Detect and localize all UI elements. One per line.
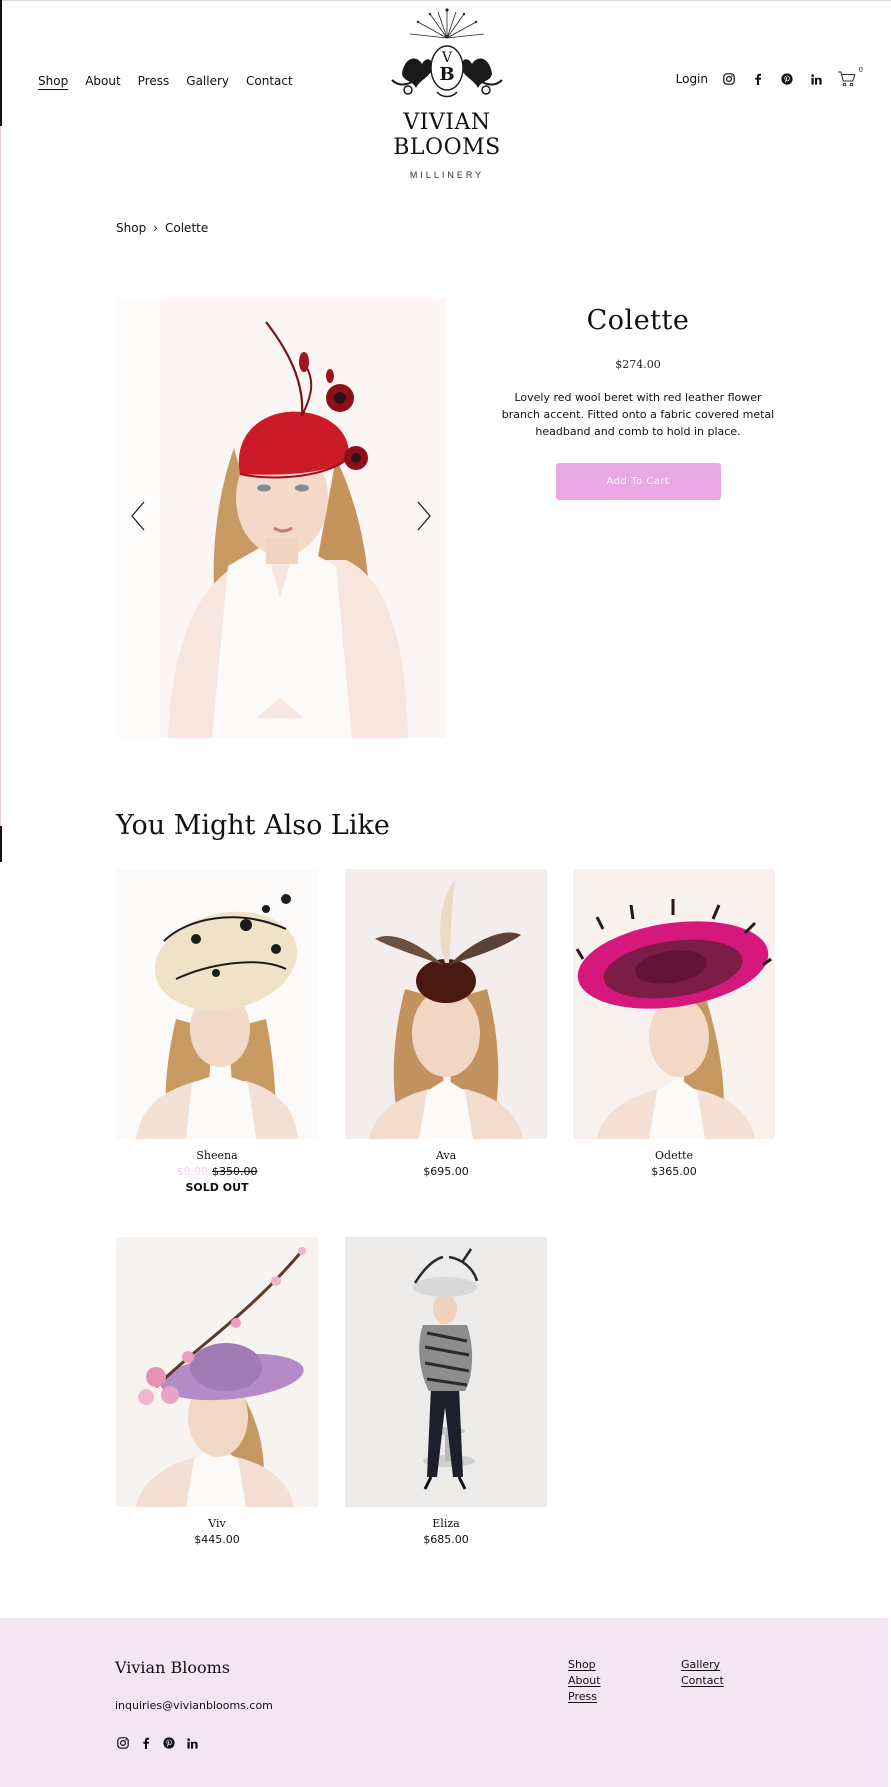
product-description: Lovely red wool beret with red leather f… — [501, 391, 775, 438]
cart-icon — [838, 71, 856, 87]
gallery-prev-arrow[interactable] — [126, 498, 150, 534]
site-footer: Vivian Blooms inquiries@vivianblooms.com… — [0, 1618, 888, 1787]
product-thumbnail — [345, 869, 547, 1139]
chevron-left-icon — [131, 501, 145, 531]
cart-count: 0 — [858, 66, 863, 74]
card-price: $365.00 — [651, 1165, 697, 1178]
card-name: Eliza — [432, 1517, 460, 1530]
product-thumbnail — [116, 1237, 318, 1507]
footer-email-link[interactable]: inquiries@vivianblooms.com — [115, 1699, 273, 1712]
product-image — [116, 298, 446, 738]
footer-link-about[interactable]: About — [568, 1673, 601, 1689]
instagram-icon[interactable] — [721, 71, 737, 87]
related-products-title: You Might Also Like — [116, 810, 390, 841]
nav-gallery[interactable]: Gallery — [186, 74, 229, 88]
breadcrumb-separator: › — [153, 221, 158, 235]
footer-link-gallery[interactable]: Gallery — [681, 1657, 724, 1673]
main-nav: Shop About Press Gallery Contact — [38, 74, 293, 88]
card-name: Sheena — [196, 1149, 238, 1162]
breadcrumb-current: Colette — [165, 221, 209, 235]
card-sale-price: $0.00 — [176, 1165, 209, 1178]
header-actions: Login 0 — [676, 66, 863, 88]
related-card-ava[interactable]: Ava $695.00 — [345, 869, 547, 1178]
footer-nav-col-1: Shop About Press — [568, 1657, 601, 1705]
footer-nav-col-2: Gallery Contact — [681, 1657, 724, 1689]
footer-link-press[interactable]: Press — [568, 1689, 601, 1705]
card-price: $445.00 — [194, 1533, 240, 1546]
card-original-price: $350.00 — [212, 1165, 258, 1178]
svg-text:B: B — [439, 64, 454, 85]
sold-out-badge: SOLD OUT — [185, 1181, 249, 1194]
related-card-odette[interactable]: Odette $365.00 — [573, 869, 775, 1178]
card-price: $685.00 — [423, 1533, 469, 1546]
nav-about[interactable]: About — [85, 74, 120, 88]
logo-brand-name: VIVIAN BLOOMS — [393, 110, 501, 160]
facebook-icon[interactable] — [138, 1735, 154, 1751]
facebook-icon[interactable] — [750, 71, 766, 87]
gallery-next-arrow[interactable] — [412, 498, 436, 534]
related-card-eliza[interactable]: Eliza $685.00 — [345, 1237, 547, 1546]
breadcrumb: Shop › Colette — [116, 221, 208, 235]
logo-emblem-icon: V B — [391, 8, 503, 98]
related-card-sheena[interactable]: Sheena $0.00 $350.00 SOLD OUT — [116, 869, 318, 1194]
product-title: Colette — [586, 305, 690, 336]
footer-social-links — [115, 1735, 200, 1751]
breadcrumb-shop[interactable]: Shop — [116, 221, 146, 235]
left-edge-bar-lower — [0, 826, 2, 862]
linkedin-icon[interactable] — [184, 1735, 200, 1751]
card-price: $695.00 — [423, 1165, 469, 1178]
nav-press[interactable]: Press — [138, 74, 170, 88]
left-edge-line — [0, 126, 1, 826]
linkedin-icon[interactable] — [808, 71, 824, 87]
nav-shop[interactable]: Shop — [38, 74, 68, 88]
instagram-icon[interactable] — [115, 1735, 131, 1751]
product-thumbnail — [345, 1237, 547, 1507]
card-name: Ava — [435, 1149, 457, 1162]
site-logo[interactable]: V B VIVIAN BLOOMS MILLINERY — [352, 8, 542, 180]
product-thumbnail — [116, 869, 318, 1139]
logo-subtitle: MILLINERY — [409, 170, 485, 180]
cart-button[interactable]: 0 — [837, 66, 863, 88]
product-gallery — [116, 298, 446, 738]
footer-link-contact[interactable]: Contact — [681, 1673, 724, 1689]
footer-link-shop[interactable]: Shop — [568, 1657, 601, 1673]
card-name: Odette — [655, 1149, 693, 1162]
pinterest-icon[interactable] — [161, 1735, 177, 1751]
product-details: Colette $274.00 Lovely red wool beret wi… — [500, 305, 776, 500]
product-price: $274.00 — [615, 358, 661, 371]
related-card-viv[interactable]: Viv $445.00 — [116, 1237, 318, 1546]
site-header: Shop About Press Gallery Contact V B VIV… — [0, 0, 891, 180]
card-price: $0.00 $350.00 — [116, 1165, 318, 1178]
chevron-right-icon — [417, 501, 431, 531]
footer-brand: Vivian Blooms — [115, 1658, 230, 1677]
pinterest-icon[interactable] — [779, 71, 795, 87]
nav-contact[interactable]: Contact — [246, 74, 293, 88]
product-thumbnail — [573, 869, 775, 1139]
login-link[interactable]: Login — [676, 72, 708, 86]
add-to-cart-button[interactable]: Add To Cart — [555, 463, 721, 500]
card-name: Viv — [208, 1517, 226, 1530]
